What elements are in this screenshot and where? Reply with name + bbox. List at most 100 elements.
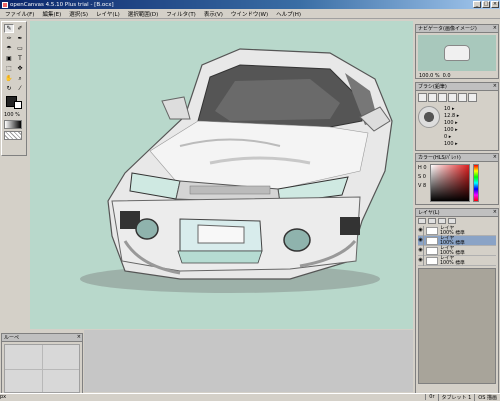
color-picker: H 0 S 0 V 8 <box>416 162 498 204</box>
maximize-button[interactable]: □ <box>482 1 490 8</box>
layer-row[interactable]: ◉ レイヤ 100% 標準 <box>418 225 496 236</box>
menu-filter[interactable]: フィルタ(T) <box>163 10 199 18</box>
close-icon[interactable]: × <box>493 154 497 160</box>
new-layer-button[interactable] <box>418 218 426 224</box>
menu-layer[interactable]: レイヤ(L) <box>93 10 123 18</box>
brush-prop[interactable]: 100 ▸ <box>444 120 459 127</box>
gradient-swatch[interactable] <box>4 120 22 129</box>
status-left: px <box>0 394 7 400</box>
move-icon[interactable]: ✥ <box>15 64 25 73</box>
close-icon[interactable]: × <box>493 83 497 89</box>
window-title: openCanvas 4.5.10 Plus trial - [B.ocx] <box>10 1 114 8</box>
layer-list-empty-area <box>418 268 496 384</box>
brush-preset[interactable] <box>428 93 437 102</box>
canvas-margin <box>84 330 413 392</box>
eye-icon[interactable]: ◉ <box>418 235 424 246</box>
layer-title: レイヤ(L) <box>418 210 440 216</box>
menu-select[interactable]: 選択(S) <box>66 10 91 18</box>
brush-presets <box>418 93 496 102</box>
brush-prop[interactable]: 100 ▸ <box>444 141 459 148</box>
eye-icon[interactable]: ◉ <box>418 255 424 266</box>
brush-preset[interactable] <box>418 93 427 102</box>
close-icon[interactable]: × <box>493 209 497 215</box>
merge-layer-button[interactable] <box>448 218 456 224</box>
text-icon[interactable]: T <box>15 54 25 63</box>
layer-row[interactable]: ◉ レイヤ 100% 標準 <box>418 245 496 256</box>
close-icon[interactable]: × <box>77 334 81 340</box>
tool-grid: ✎ ✐ ✑ ✒ ☂ ▭ ▣ T ⬚ ✥ ✋ ⌕ ↻ ⁄ <box>4 24 24 93</box>
layer-controls <box>416 217 498 225</box>
brush-preset[interactable] <box>458 93 467 102</box>
saturation-value-square[interactable] <box>429 164 470 202</box>
menu-window[interactable]: ウインドウ(W) <box>228 10 271 18</box>
brush-prop[interactable]: 10 ▸ <box>444 106 459 113</box>
layer-thumbnail <box>426 226 438 235</box>
drawing-canvas[interactable] <box>30 21 413 329</box>
eye-icon[interactable]: ◉ <box>418 245 424 256</box>
brush-preset[interactable] <box>448 93 457 102</box>
minimize-button[interactable]: _ <box>473 1 481 8</box>
fill-icon[interactable]: ▣ <box>4 54 14 63</box>
close-button[interactable]: × <box>491 1 499 8</box>
brush-preset[interactable] <box>468 93 477 102</box>
layer-list: ◉ レイヤ 100% 標準 ◉ レイヤ 100% 標準 ◉ レイヤ 100% 標準 ◉ レイヤ 100… <box>418 225 496 266</box>
delete-layer-button[interactable] <box>438 218 446 224</box>
zoom-readout: 100 % <box>4 112 20 118</box>
loupe-title-bar: ルーペ × <box>2 334 82 342</box>
rotate-icon[interactable]: ↻ <box>4 84 14 93</box>
layer-info: レイヤ 100% 標準 <box>440 246 465 256</box>
marker-icon[interactable]: ✒ <box>15 34 25 43</box>
watercolor-icon[interactable]: ☂ <box>4 44 14 53</box>
copy-layer-button[interactable] <box>428 218 436 224</box>
brush-prop[interactable]: 12.8 ▸ <box>444 113 459 120</box>
brush-prop[interactable]: 0 ▸ <box>444 134 459 141</box>
select-icon[interactable]: ⬚ <box>4 64 14 73</box>
background-color-swatch[interactable] <box>14 101 22 109</box>
menu-file[interactable]: ファイル(F) <box>2 10 37 18</box>
eye-icon[interactable]: ◉ <box>418 225 424 236</box>
preview-thumbnail <box>444 45 470 61</box>
loupe-title: ルーペ <box>4 335 20 341</box>
brush-prop[interactable]: 100 ▸ <box>444 127 459 134</box>
eraser-icon[interactable]: ▭ <box>15 44 25 53</box>
menu-view[interactable]: 表示(V) <box>201 10 226 18</box>
navigator-title: ナビゲータ(画像イメージ) <box>418 26 477 32</box>
status-cell: タブレット 1 <box>437 393 475 401</box>
brush-icon[interactable]: ✎ <box>4 24 14 33</box>
layer-thumbnail <box>426 256 438 265</box>
menu-edit[interactable]: 編集(E) <box>39 10 64 18</box>
airbrush-icon[interactable]: ✑ <box>4 34 14 43</box>
title-bar: openCanvas 4.5.10 Plus trial - [B.ocx] _… <box>0 0 500 9</box>
zoom-icon[interactable]: ⌕ <box>15 74 25 83</box>
layer-row[interactable]: ◉ レイヤ 100% 標準 <box>418 255 496 266</box>
layer-mode: 100% 標準 <box>440 260 465 266</box>
navigator-angle[interactable]: 0.0 <box>443 73 451 79</box>
navigator-preview[interactable] <box>418 35 496 71</box>
window-controls: _ □ × <box>473 1 499 8</box>
navigator-zoom[interactable]: 100.0 % <box>419 73 440 79</box>
hue-slider[interactable] <box>472 164 479 202</box>
color-title-bar: カラー(HLS/ﾊﾟﾚｯﾄ) × <box>416 154 498 162</box>
s-value[interactable]: 0 <box>423 174 426 180</box>
hand-icon[interactable]: ✋ <box>4 74 14 83</box>
v-value[interactable]: 8 <box>423 183 426 189</box>
brush-preset[interactable] <box>438 93 447 102</box>
navigator-title-bar: ナビゲータ(画像イメージ) × <box>416 25 498 33</box>
menu-help[interactable]: ヘルプ(H) <box>273 10 304 18</box>
h-value[interactable]: 0 <box>423 165 426 171</box>
layer-thumbnail <box>426 236 438 245</box>
pen-icon[interactable]: ✐ <box>15 24 25 33</box>
brush-title: ブラシ(鉛筆) <box>418 84 447 90</box>
hsv-labels: H 0 S 0 V 8 <box>418 164 427 202</box>
layer-info: レイヤ 100% 標準 <box>440 226 465 236</box>
menu-selection-range[interactable]: 選択範囲(D) <box>125 10 162 18</box>
pattern-swatch[interactable] <box>4 131 22 140</box>
layer-row[interactable]: ◉ レイヤ 100% 標準 <box>418 235 496 246</box>
loupe-view[interactable] <box>4 344 80 393</box>
eyedropper-icon[interactable]: ⁄ <box>15 84 25 93</box>
brush-settings: 10 ▸ 12.8 ▸ 100 ▸ 100 ▸ 0 ▸ 100 ▸ <box>416 104 498 150</box>
navigator-footer: 100.0 % 0.0 <box>416 73 498 79</box>
brush-preview-icon <box>418 106 440 128</box>
color-title: カラー(HLS/ﾊﾟﾚｯﾄ) <box>418 155 461 161</box>
close-icon[interactable]: × <box>493 25 497 31</box>
